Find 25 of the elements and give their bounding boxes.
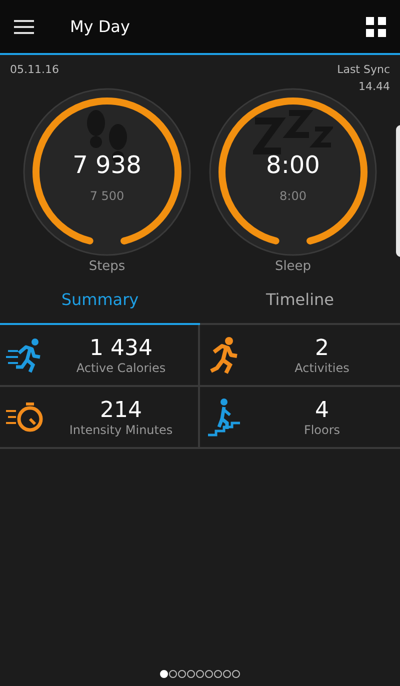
stat-label: Active Calories	[76, 360, 166, 374]
stat-tile[interactable]: 214 Intensity Minutes	[0, 387, 200, 449]
gauge-goal: 7 500	[90, 189, 124, 203]
stat-value: 1 434	[90, 336, 152, 360]
sync-label: Last Sync	[337, 63, 390, 76]
stat-tile[interactable]: 2 Activities	[200, 325, 400, 387]
sleep-icon	[253, 109, 333, 155]
stat-tile[interactable]: 4 Floors	[200, 387, 400, 449]
stat-value: 2	[315, 336, 329, 360]
stat-label: Floors	[304, 422, 340, 436]
gauge-value: 8:00	[266, 151, 320, 179]
gauge-goal: 8:00	[280, 189, 306, 203]
tab[interactable]: Timeline	[200, 282, 400, 325]
sync-time: 14.44	[358, 80, 390, 93]
tab[interactable]: Summary	[0, 282, 200, 325]
gauge-label: Steps	[88, 259, 126, 274]
stat-value: 4	[315, 398, 329, 422]
stat-label: Activities	[294, 360, 350, 374]
gauge-label: Sleep	[274, 259, 312, 274]
screen-title: My Day	[70, 17, 130, 36]
stat-value: 214	[100, 398, 142, 422]
stat-tile[interactable]: 1 434 Active Calories	[0, 325, 200, 387]
stat-label: Intensity Minutes	[69, 422, 173, 436]
gauge-value: 7 938	[72, 151, 142, 179]
date-text: 05.11.16	[10, 63, 59, 78]
